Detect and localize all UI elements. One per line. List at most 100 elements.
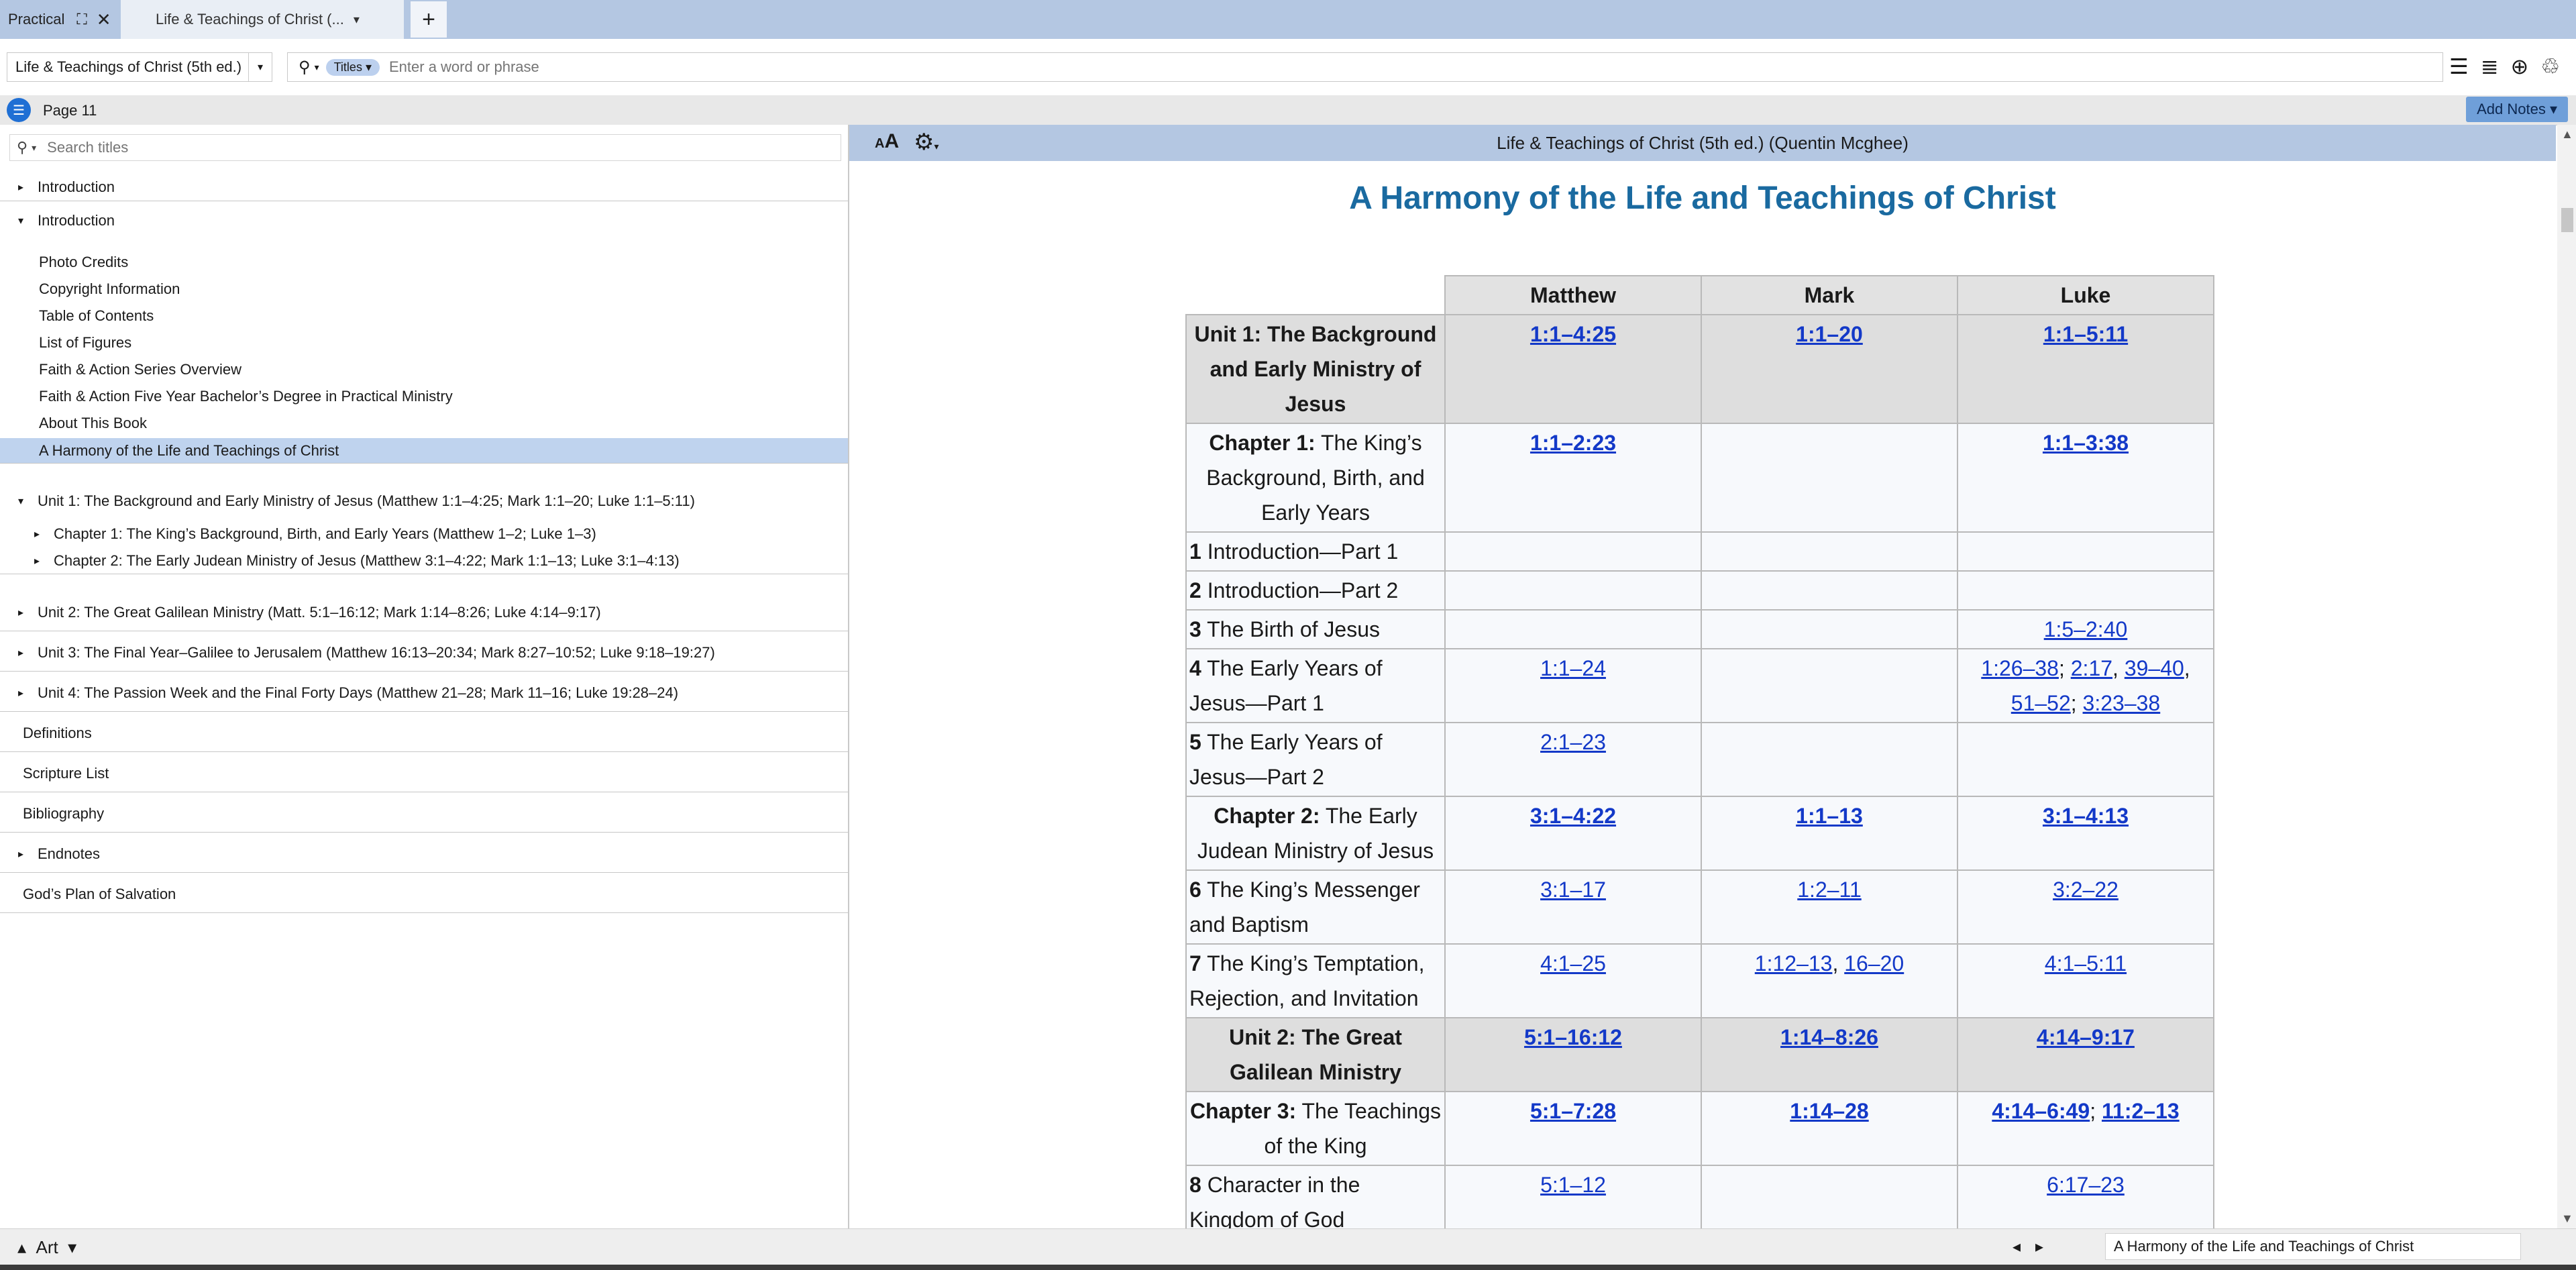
toc-item[interactable]: Faith & Action Series Overview (0, 357, 848, 382)
toc-item[interactable]: ▸ Unit 3: The Final Year–Galilee to Jerus… (0, 634, 848, 672)
title-search-box[interactable]: ⚲ ▾ (9, 134, 841, 161)
reference-separator: , (2112, 656, 2125, 680)
toc-item[interactable]: ▸ Chapter 2: The Early Judean Ministry of… (0, 547, 848, 574)
scripture-link[interactable]: 2:17 (2071, 656, 2112, 680)
expanded-arrow-icon[interactable]: ▾ (13, 214, 28, 227)
expanded-arrow-icon[interactable]: ▾ (13, 494, 28, 508)
tab-practical[interactable]: Practical ⛶ ✕ (0, 0, 121, 39)
collapsed-arrow-icon[interactable]: ▸ (13, 646, 28, 659)
toc-item[interactable]: About This Book (0, 411, 848, 436)
forward-arrow-icon[interactable]: ▸ (2035, 1238, 2058, 1256)
chevron-down-icon[interactable]: ▾ (32, 142, 36, 154)
scroll-up-icon[interactable]: ▲ (2561, 127, 2573, 142)
scroll-down-icon[interactable]: ▼ (2561, 1212, 2573, 1226)
scripture-link[interactable]: 1:26–38 (1981, 656, 2059, 680)
scripture-link[interactable]: 1:1–5:11 (2043, 322, 2128, 346)
scripture-link[interactable]: 1:2–11 (1797, 878, 1862, 902)
scripture-link[interactable]: 1:12–13 (1755, 951, 1833, 975)
collapsed-arrow-icon[interactable]: ▸ (30, 527, 44, 541)
scripture-link[interactable]: 3:2–22 (2053, 878, 2118, 902)
location-field[interactable]: A Harmony of the Life and Teachings of C… (2105, 1233, 2521, 1260)
toc-item[interactable]: Bibliography (0, 795, 848, 833)
scripture-link[interactable]: 4:1–25 (1540, 951, 1606, 975)
search-scope-chip[interactable]: Titles ▾ (325, 58, 380, 76)
scripture-link[interactable]: 6:17–23 (2047, 1173, 2125, 1197)
scripture-link[interactable]: 4:14–6:49 (1992, 1099, 2090, 1123)
scripture-link[interactable]: 3:23–38 (2083, 691, 2161, 715)
toc-item[interactable]: ▾ Introduction (0, 206, 848, 235)
add-notes-button[interactable]: Add Notes ▾ (2466, 97, 2568, 122)
toc-item[interactable]: Definitions (0, 715, 848, 752)
chevron-down-icon[interactable]: ▾ (248, 53, 272, 81)
toc-item[interactable]: ▸ Endnotes (0, 835, 848, 873)
search-icon[interactable]: ⚲ (17, 139, 28, 156)
collapsed-arrow-icon[interactable]: ▸ (13, 606, 28, 619)
toc-item[interactable]: Faith & Action Five Year Bachelor’s Degr… (0, 384, 848, 409)
toc-item[interactable]: ▾ Unit 1: The Background and Early Minist… (0, 484, 848, 518)
scripture-link[interactable]: 1:1–24 (1540, 656, 1606, 680)
scripture-link[interactable]: 16–20 (1844, 951, 1904, 975)
toc-item[interactable]: Photo Credits (0, 250, 848, 275)
search-icon[interactable]: ⚲ (299, 58, 311, 77)
title-search-input[interactable] (46, 138, 841, 157)
scripture-link[interactable]: 5:1–7:28 (1530, 1099, 1616, 1123)
toc-list-icon[interactable]: ☰ (7, 98, 31, 122)
reference-cell-matthew: 1:1–2:23 (1444, 423, 1702, 533)
collapsed-arrow-icon[interactable]: ▸ (30, 554, 44, 568)
reference-cell-luke: 1:26–38; 2:17, 39–40, 51–52; 3:23–38 (1957, 648, 2214, 723)
search-bar[interactable]: ⚲ ▾ Titles ▾ (287, 52, 2443, 82)
toc-item[interactable]: List of Figures (0, 330, 848, 356)
scrollbar-thumb[interactable] (2561, 208, 2573, 232)
toc-item[interactable]: ▸ Chapter 1: The King’s Background, Birth… (0, 521, 848, 547)
scripture-link[interactable]: 1:14–8:26 (1780, 1025, 1878, 1049)
chevron-down-icon[interactable]: ▾ (315, 62, 319, 73)
scripture-link[interactable]: 1:1–20 (1796, 322, 1863, 346)
toc-item[interactable]: Copyright Information (0, 276, 848, 302)
scripture-link[interactable]: 5:1–16:12 (1524, 1025, 1622, 1049)
restore-icon[interactable]: ⛶ (76, 11, 87, 28)
toc-item[interactable]: ▸ Unit 2: The Great Galilean Ministry (Ma… (0, 594, 848, 631)
toc-item[interactable]: God’s Plan of Salvation (0, 876, 848, 913)
scripture-link[interactable]: 1:14–28 (1790, 1099, 1868, 1123)
scripture-link[interactable]: 11:2–13 (2102, 1099, 2180, 1123)
outline-icon[interactable]: ≣ (2481, 54, 2499, 79)
scripture-link[interactable]: 1:1–13 (1796, 804, 1863, 828)
add-tab-button[interactable]: + (411, 1, 447, 38)
scripture-link[interactable]: 3:1–4:22 (1530, 804, 1616, 828)
scripture-link[interactable]: 1:1–3:38 (2043, 431, 2129, 455)
chevron-down-icon[interactable]: ▾ (354, 13, 360, 27)
menu-lines-icon[interactable]: ☰ (2449, 54, 2469, 79)
collapsed-arrow-icon[interactable]: ▸ (13, 686, 28, 700)
toc-item[interactable]: Table of Contents (0, 303, 848, 329)
scripture-link[interactable]: 2:1–23 (1540, 730, 1606, 754)
scripture-link[interactable]: 1:1–4:25 (1530, 322, 1616, 346)
row-label-cell: Chapter 3: The Teachings of the King (1185, 1091, 1446, 1166)
collapsed-arrow-icon[interactable]: ▸ (13, 180, 28, 194)
scripture-link[interactable]: 1:5–2:40 (2044, 617, 2128, 641)
resource-picker[interactable]: Life & Teachings of Christ (5th ed.) ▾ (7, 52, 272, 82)
toc-item-label: Introduction (38, 212, 115, 229)
tab-life-teachings[interactable]: Life & Teachings of Christ (... ▾ (121, 0, 404, 39)
toc-item[interactable]: ▸ Unit 4: The Passion Week and the Final … (0, 674, 848, 712)
add-circle-icon[interactable]: ⊕ (2511, 54, 2529, 79)
collapsed-arrow-icon[interactable]: ▸ (13, 847, 28, 861)
scripture-link[interactable]: 3:1–17 (1540, 878, 1606, 902)
scripture-link[interactable]: 3:1–4:13 (2043, 804, 2129, 828)
scripture-link[interactable]: 1:1–2:23 (1530, 431, 1616, 455)
back-arrow-icon[interactable]: ◂ (2012, 1238, 2035, 1256)
scripture-link[interactable]: 39–40 (2125, 656, 2184, 680)
row-label-bold: 8 (1189, 1173, 1201, 1197)
art-panel-toggle[interactable]: ▴ Art ▾ (17, 1237, 76, 1258)
toc-item-label: Faith & Action Series Overview (39, 361, 242, 378)
close-icon[interactable]: ✕ (97, 9, 111, 30)
toc-item[interactable]: ▸ Introduction (0, 173, 848, 201)
recycle-icon[interactable]: ♲ (2540, 54, 2560, 79)
toc-item[interactable]: A Harmony of the Life and Teachings of C… (0, 438, 848, 464)
scripture-link[interactable]: 51–52 (2011, 691, 2071, 715)
scripture-link[interactable]: 4:14–9:17 (2037, 1025, 2135, 1049)
toc-item[interactable]: Scripture List (0, 755, 848, 792)
reader-scrollbar[interactable]: ▲ ▼ (2557, 125, 2576, 1228)
scripture-link[interactable]: 4:1–5:11 (2045, 951, 2127, 975)
search-input[interactable] (388, 58, 2443, 76)
scripture-link[interactable]: 5:1–12 (1540, 1173, 1606, 1197)
